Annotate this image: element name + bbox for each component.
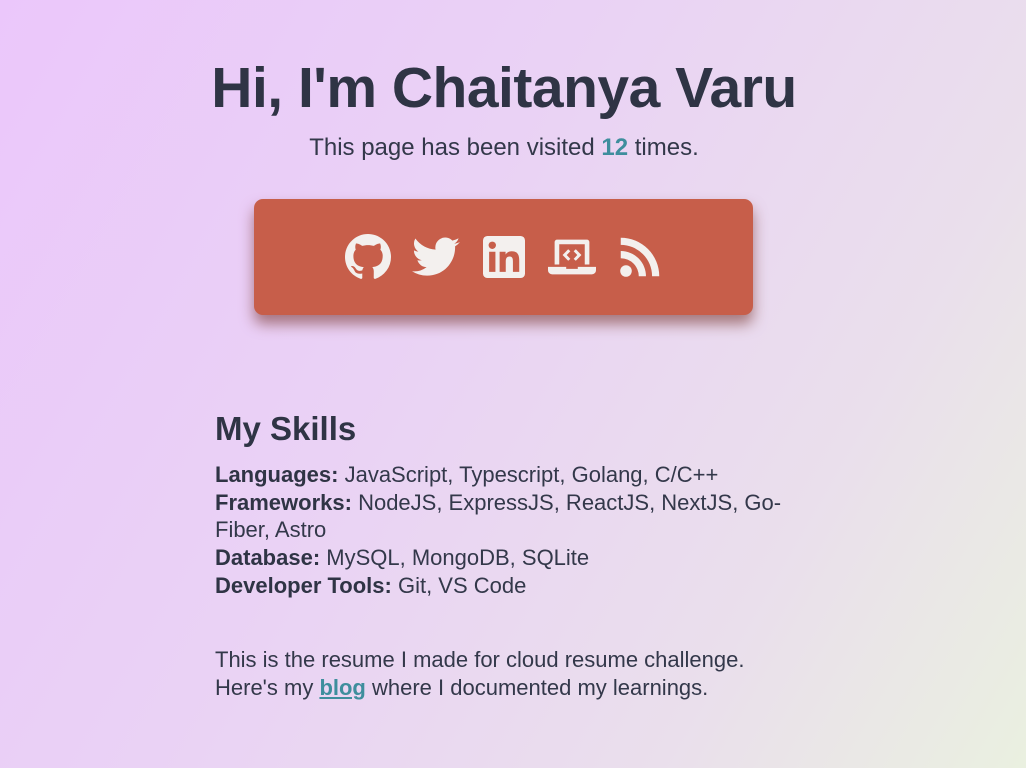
- skill-row-developer-tools: Developer Tools: Git, VS Code: [215, 572, 795, 600]
- outro-prefix: Here's my: [215, 674, 320, 700]
- laptop-code-icon[interactable]: [547, 233, 596, 281]
- github-icon[interactable]: [344, 233, 392, 281]
- rss-icon[interactable]: [616, 233, 664, 281]
- visit-suffix: times.: [628, 134, 699, 161]
- outro-line-1: This is the resume I made for cloud resu…: [215, 647, 745, 672]
- skill-label: Languages:: [215, 462, 339, 487]
- visit-counter: This page has been visited 12 times.: [0, 133, 1008, 163]
- outro-line-2: Here's my blog where I documented my lea…: [215, 674, 815, 702]
- skill-row-database: Database: MySQL, MongoDB, SQLite: [215, 544, 795, 572]
- skill-value: JavaScript, Typescript, Golang, C/C++: [338, 462, 719, 487]
- skills-list: Languages: JavaScript, Typescript, Golan…: [215, 461, 795, 600]
- skill-value: Git, VS Code: [391, 572, 527, 598]
- blog-link[interactable]: blog: [319, 675, 365, 700]
- skill-label: Developer Tools:: [215, 572, 392, 598]
- page-title: Hi, I'm Chaitanya Varu: [211, 56, 797, 120]
- social-links-card: [254, 199, 753, 315]
- skill-label: Database:: [215, 545, 321, 571]
- visit-prefix: This page has been visited: [309, 134, 602, 161]
- visit-count: 12: [601, 134, 629, 161]
- skills-heading: My Skills: [215, 410, 357, 447]
- skill-row-frameworks: Frameworks: NodeJS, ExpressJS, ReactJS, …: [215, 489, 795, 544]
- outro-suffix: where I documented my learnings.: [365, 674, 709, 700]
- skill-value: MySQL, MongoDB, SQLite: [320, 545, 590, 571]
- linkedin-icon[interactable]: [480, 233, 528, 281]
- twitter-icon[interactable]: [411, 233, 460, 281]
- outro-text: This is the resume I made for cloud resu…: [215, 646, 815, 701]
- skill-row-languages: Languages: JavaScript, Typescript, Golan…: [215, 461, 795, 489]
- skill-label: Frameworks:: [215, 489, 352, 515]
